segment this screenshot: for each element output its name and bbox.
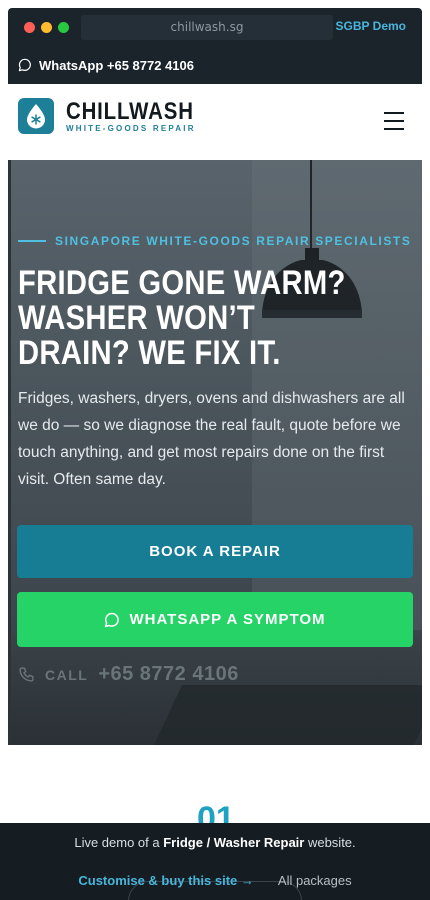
call-number: +65 8772 4106 (98, 663, 239, 685)
call-label: CALL (45, 666, 89, 683)
book-repair-label: BOOK A REPAIR (149, 543, 281, 560)
hero-headline: FRIDGE GONE WARM? WASHER WON’T DRAIN? WE… (18, 266, 353, 371)
demo-links: Customise & buy this site → All packages (0, 873, 430, 888)
call-link[interactable]: CALL +65 8772 4106 (18, 663, 239, 686)
whatsapp-topbar[interactable]: WhatsApp +65 8772 4106 (8, 46, 422, 84)
headline-line-1: FRIDGE GONE WARM? (18, 264, 346, 302)
whatsapp-symptom-button[interactable]: WHATSAPP A SYMPTOM (17, 592, 413, 647)
close-window-dot[interactable] (24, 22, 35, 33)
hero-eyebrow: SINGAPORE WHITE-GOODS REPAIR SPECIALISTS (18, 234, 411, 248)
hero-section: SINGAPORE WHITE-GOODS REPAIR SPECIALISTS… (8, 160, 422, 745)
browser-chrome: chillwash.sg SGBP Demo (8, 8, 422, 46)
eyebrow-rule (18, 240, 46, 242)
brand-tagline: WHITE-GOODS REPAIR (66, 124, 196, 133)
logo-droplet-icon[interactable] (18, 98, 54, 134)
demo-footer-bar: Live demo of a Fridge / Washer Repair we… (0, 823, 430, 900)
phone-icon (19, 667, 34, 682)
hero-eyebrow-text: SINGAPORE WHITE-GOODS REPAIR SPECIALISTS (55, 234, 412, 248)
whatsapp-symptom-label: WHATSAPP A SYMPTOM (129, 611, 326, 628)
demo-description: Live demo of a Fridge / Washer Repair we… (0, 835, 430, 850)
chat-bubble-icon (18, 58, 31, 72)
site-header: CHILLWASH WHITE-GOODS REPAIR (8, 84, 422, 160)
hero-edge (8, 160, 11, 745)
all-packages-link[interactable]: All packages (278, 873, 352, 888)
minimize-window-dot[interactable] (41, 22, 52, 33)
demo-text-prefix: Live demo of a (74, 835, 164, 850)
demo-text-suffix: website. (304, 835, 356, 850)
brand-name[interactable]: CHILLWASH (66, 98, 194, 126)
demo-text-bold: Fridge / Washer Repair (163, 835, 305, 850)
hamburger-menu-icon[interactable] (384, 112, 404, 130)
hero-lede: Fridges, washers, dryers, ovens and dish… (18, 390, 405, 488)
maximize-window-dot[interactable] (58, 22, 69, 33)
book-repair-button[interactable]: BOOK A REPAIR (17, 525, 413, 578)
hero-background-rug (154, 685, 422, 745)
customise-buy-link[interactable]: Customise & buy this site → (78, 873, 254, 888)
chat-bubble-icon (105, 612, 120, 627)
demo-label-link[interactable]: SGBP Demo (336, 19, 406, 33)
headline-line-2: WASHER WON’T (18, 299, 256, 337)
whatsapp-topbar-text: WhatsApp +65 8772 4106 (39, 57, 194, 73)
address-bar[interactable]: chillwash.sg (81, 15, 333, 40)
headline-line-3: DRAIN? WE FIX IT. (18, 334, 281, 372)
